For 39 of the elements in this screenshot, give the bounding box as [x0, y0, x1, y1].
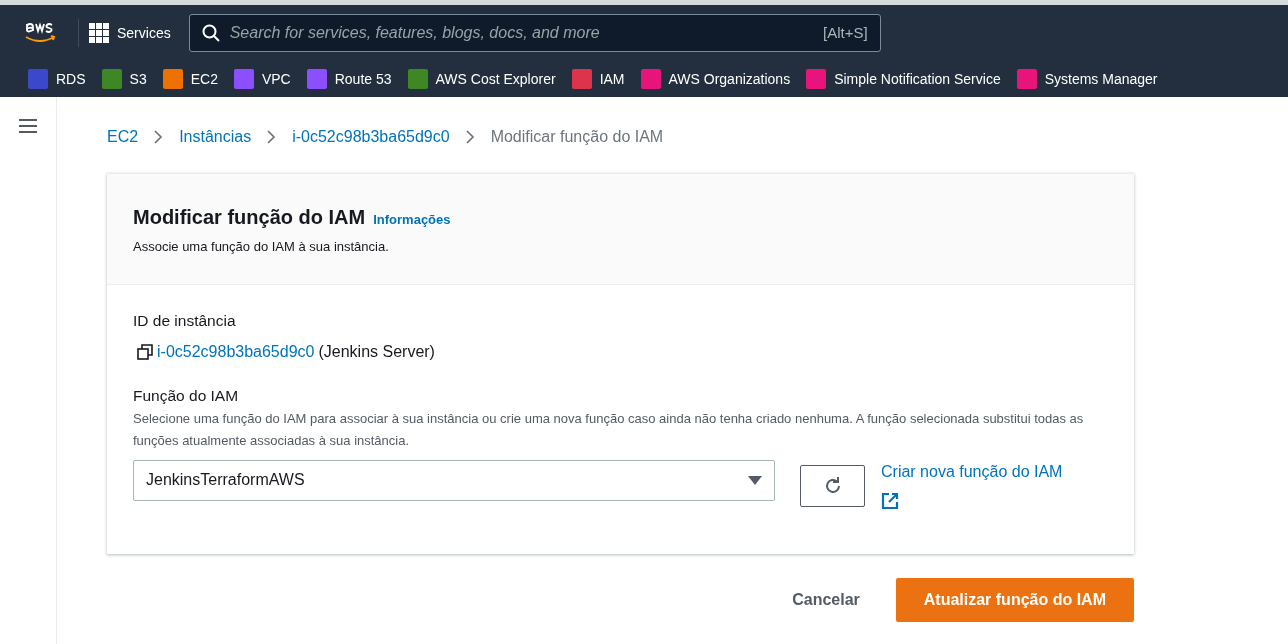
role-select[interactable]: JenkinsTerraformAWS — [133, 459, 775, 501]
cancel-button[interactable]: Cancelar — [772, 577, 880, 622]
favorite-link[interactable]: Simple Notification Service — [806, 68, 1001, 90]
panel-description: Associe uma função do IAM à sua instância. — [133, 238, 390, 256]
panel-title: Modificar função do IAM — [133, 205, 366, 230]
chevron-icon — [267, 130, 277, 144]
field-help: Selecione uma função do IAM para associar à sua instância ou crie uma nova função caso ainda não tenha criado nenhuma. A função selecionada substitui todas as funções atualmente associadas à sua instância. — [133, 409, 1085, 450]
create-role-link[interactable]: Criar nova função do IAM — [881, 462, 1063, 480]
grid-icon — [89, 23, 109, 43]
breadcrumb-link[interactable]: Instâncias — [179, 125, 252, 149]
breadcrumb-link[interactable]: i-0c52c98b3ba65d9c0 — [292, 125, 450, 149]
search-field[interactable]: Search for services, features, blogs, docs, and more — [227, 20, 816, 46]
instance-name: (Jenkins Server) — [318, 342, 435, 363]
favorite-link[interactable]: EC2 — [162, 68, 218, 90]
favorite-link[interactable]: IAM — [571, 68, 625, 90]
services-button[interactable]: Services — [78, 19, 181, 47]
breadcrumb-link[interactable]: EC2 — [107, 125, 139, 149]
favorite-link[interactable]: VPC — [233, 68, 291, 90]
chevron-icon — [154, 130, 164, 144]
menu-icon[interactable] — [19, 119, 37, 133]
favorite-link[interactable]: AWS Organizations — [640, 68, 791, 90]
favorite-link[interactable]: S3 — [101, 68, 147, 90]
favorite-link[interactable]: AWS Cost Explorer — [407, 68, 556, 90]
favorite-link[interactable]: RDS — [28, 68, 86, 90]
favorite-link[interactable]: Route 53 — [306, 68, 392, 90]
favorite-link[interactable]: Systems Manager — [1016, 68, 1158, 90]
shortcut-hint: [Alt+S] — [823, 22, 868, 43]
instance-link[interactable]: i-0c52c98b3ba65d9c0 — [157, 340, 315, 365]
search-icon — [201, 24, 220, 42]
dropdown-icon — [748, 475, 762, 485]
info-link[interactable]: Informações — [373, 210, 451, 230]
copy-icon[interactable] — [137, 344, 153, 361]
field-label: Função do IAM — [133, 386, 240, 407]
field-label: ID de instância — [133, 311, 237, 332]
refresh-button[interactable] — [800, 464, 865, 507]
chevron-icon — [465, 130, 475, 144]
breadcrumb-current: Modificar função do IAM — [490, 127, 664, 147]
external-link-icon — [881, 491, 899, 510]
search-bar[interactable]: Search for services, features, blogs, docs, and more [Alt+S] — [188, 14, 881, 52]
